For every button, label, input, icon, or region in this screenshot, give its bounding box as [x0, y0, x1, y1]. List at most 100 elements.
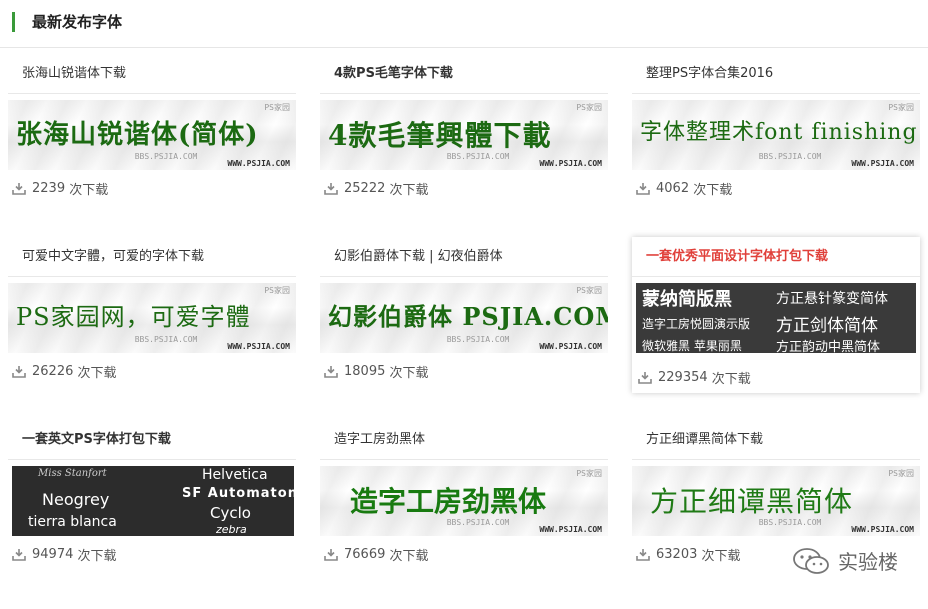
font-preview-image[interactable]: 幻影伯爵体 PSJIA.COM PS家园 BBS.PSJIA.COM WWW.P…: [320, 283, 608, 353]
watermark-text: BBS.PSJIA.COM: [758, 152, 822, 161]
font-card[interactable]: 4款PS毛笔字体下载 4款毛筆興體下載 PS家园 BBS.PSJIA.COM W…: [320, 54, 608, 198]
watermark-url: WWW.PSJIA.COM: [851, 159, 914, 168]
download-number: 2239: [32, 181, 66, 196]
font-sample-text: 幻影伯爵体 PSJIA.COM: [328, 302, 608, 331]
watermark-text: PS家园: [264, 286, 290, 295]
download-icon: [12, 548, 26, 561]
font-preview-image[interactable]: 方正细谭黑简体 PS家园 BBS.PSJIA.COM WWW.PSJIA.COM: [632, 466, 920, 536]
font-sample-text: 蒙纳简版黑: [642, 289, 732, 310]
section-header: 最新发布字体: [0, 0, 928, 48]
watermark-url: WWW.PSJIA.COM: [227, 342, 290, 351]
font-preview-image[interactable]: 字体整理术font finishing PS家园 BBS.PSJIA.COM W…: [632, 100, 920, 170]
card-title[interactable]: 4款PS毛笔字体下载: [320, 54, 608, 94]
font-preview-image[interactable]: 4款毛筆興體下載 PS家园 BBS.PSJIA.COM WWW.PSJIA.CO…: [320, 100, 608, 170]
font-preview-image[interactable]: 张海山锐谐体(简体) PS家园 BBS.PSJIA.COM WWW.PSJIA.…: [8, 100, 296, 170]
card-title[interactable]: 一套英文PS字体打包下载: [8, 420, 296, 460]
download-suffix: 次下载: [711, 372, 751, 387]
watermark-text: PS家园: [888, 103, 914, 112]
font-sample-text: zebra: [216, 523, 247, 536]
download-icon: [324, 548, 338, 561]
watermark-text: BBS.PSJIA.COM: [134, 152, 198, 161]
download-icon: [12, 365, 26, 378]
download-count: 2239 次下载: [12, 179, 108, 198]
font-sample-text: 字体整理术font finishing: [640, 120, 918, 145]
watermark-text: BBS.PSJIA.COM: [446, 518, 510, 527]
watermark-text: PS家园: [888, 469, 914, 478]
card-title[interactable]: 张海山锐谐体下载: [8, 54, 296, 94]
section-title: 最新发布字体: [32, 13, 123, 31]
download-icon: [636, 182, 650, 195]
download-suffix: 次下载: [389, 183, 429, 198]
section-accent-bar: [12, 12, 15, 32]
font-sample-text: Miss Stanfort: [38, 468, 107, 479]
download-number: 76669: [344, 547, 386, 562]
watermark-url: WWW.PSJIA.COM: [539, 525, 602, 534]
font-preview-image[interactable]: Miss Stanfort Helvetica Neogrey SF Autom…: [12, 466, 294, 536]
download-icon: [12, 182, 26, 195]
download-number: 94974: [32, 547, 74, 562]
download-count: 4062 次下载: [636, 179, 732, 198]
download-suffix: 次下载: [69, 183, 109, 198]
font-card[interactable]: 可爱中文字體，可爱的字体下载 PS家园网，可爱字體 PS家园 BBS.PSJIA…: [8, 237, 296, 381]
font-card-highlighted[interactable]: 一套优秀平面设计字体打包下载 蒙纳简版黑 方正悬针篆变简体 造字工房悦圆演示版 …: [632, 237, 920, 393]
download-count: 94974 次下载: [12, 545, 117, 564]
watermark-text: BBS.PSJIA.COM: [758, 518, 822, 527]
font-sample-text: 方正剑体简体: [776, 316, 878, 336]
font-card[interactable]: 造字工房劲黑体 造字工房劲黑体 PS家园 BBS.PSJIA.COM WWW.P…: [320, 420, 608, 564]
font-sample-text: 微软雅黑 苹果丽黑: [642, 339, 742, 353]
download-icon: [324, 365, 338, 378]
download-icon: [638, 371, 652, 384]
watermark-text: PS家园: [264, 103, 290, 112]
font-sample-text: Helvetica: [202, 467, 268, 483]
font-card[interactable]: 方正细谭黑简体下载 方正细谭黑简体 PS家园 BBS.PSJIA.COM WWW…: [632, 420, 920, 564]
font-card[interactable]: 幻影伯爵体下载 | 幻夜伯爵体 幻影伯爵体 PSJIA.COM PS家园 BBS…: [320, 237, 608, 381]
download-number: 26226: [32, 364, 74, 379]
watermark-text: PS家园: [576, 103, 602, 112]
download-count: 229354 次下载: [638, 368, 751, 387]
download-count: 26226 次下载: [12, 362, 117, 381]
font-sample-text: 方正韵动中黑简体: [776, 340, 881, 353]
font-sample-text: Neogrey: [42, 490, 110, 509]
card-title[interactable]: 一套优秀平面设计字体打包下载: [632, 237, 920, 277]
font-sample-text: Cyclo: [210, 504, 251, 522]
download-number: 18095: [344, 364, 386, 379]
wechat-icon: [793, 547, 829, 574]
download-suffix: 次下载: [693, 183, 733, 198]
download-number: 4062: [656, 181, 690, 196]
watermark-text: PS家园: [576, 286, 602, 295]
card-title[interactable]: 整理PS字体合集2016: [632, 54, 920, 94]
download-count: 18095 次下载: [324, 362, 429, 381]
card-title[interactable]: 可爱中文字體，可爱的字体下载: [8, 237, 296, 277]
download-icon: [636, 548, 650, 561]
download-suffix: 次下载: [389, 549, 429, 564]
font-card[interactable]: 一套英文PS字体打包下载 Miss Stanfort Helvetica Neo…: [8, 420, 296, 564]
download-number: 25222: [344, 181, 386, 196]
font-sample-text: 造字工房悦圆演示版: [642, 317, 751, 331]
font-sample-text: PS家园网，可爱字體: [16, 303, 251, 331]
watermark-url: WWW.PSJIA.COM: [539, 342, 602, 351]
font-sample-text: SF Automaton: [182, 486, 294, 501]
font-sample-text: 方正细谭黑简体: [650, 485, 854, 518]
font-sample-text: 张海山锐谐体(简体): [16, 120, 259, 150]
download-suffix: 次下载: [77, 366, 117, 381]
font-sample-text: tierra blanca: [28, 514, 117, 530]
card-title[interactable]: 方正细谭黑简体下载: [632, 420, 920, 460]
card-title[interactable]: 造字工房劲黑体: [320, 420, 608, 460]
font-card[interactable]: 整理PS字体合集2016 字体整理术font finishing PS家园 BB…: [632, 54, 920, 198]
watermark-text: PS家园: [576, 469, 602, 478]
wechat-watermark-logo: 实验楼: [792, 546, 898, 575]
watermark-text: BBS.PSJIA.COM: [134, 335, 198, 344]
download-count: 76669 次下载: [324, 545, 429, 564]
font-card[interactable]: 张海山锐谐体下载 张海山锐谐体(简体) PS家园 BBS.PSJIA.COM W…: [8, 54, 296, 198]
font-preview-image[interactable]: 蒙纳简版黑 方正悬针篆变简体 造字工房悦圆演示版 方正剑体简体 微软雅黑 苹果丽…: [636, 283, 916, 353]
download-count: 63203 次下载: [636, 545, 741, 564]
download-suffix: 次下载: [77, 549, 117, 564]
font-preview-image[interactable]: 造字工房劲黑体 PS家园 BBS.PSJIA.COM WWW.PSJIA.COM: [320, 466, 608, 536]
font-sample-text: 方正悬针篆变简体: [776, 291, 888, 307]
brand-name: 实验楼: [838, 550, 898, 574]
download-suffix: 次下载: [701, 549, 741, 564]
card-title[interactable]: 幻影伯爵体下载 | 幻夜伯爵体: [320, 237, 608, 277]
watermark-url: WWW.PSJIA.COM: [539, 159, 602, 168]
font-preview-image[interactable]: PS家园网，可爱字體 PS家园 BBS.PSJIA.COM WWW.PSJIA.…: [8, 283, 296, 353]
watermark-url: WWW.PSJIA.COM: [851, 525, 914, 534]
